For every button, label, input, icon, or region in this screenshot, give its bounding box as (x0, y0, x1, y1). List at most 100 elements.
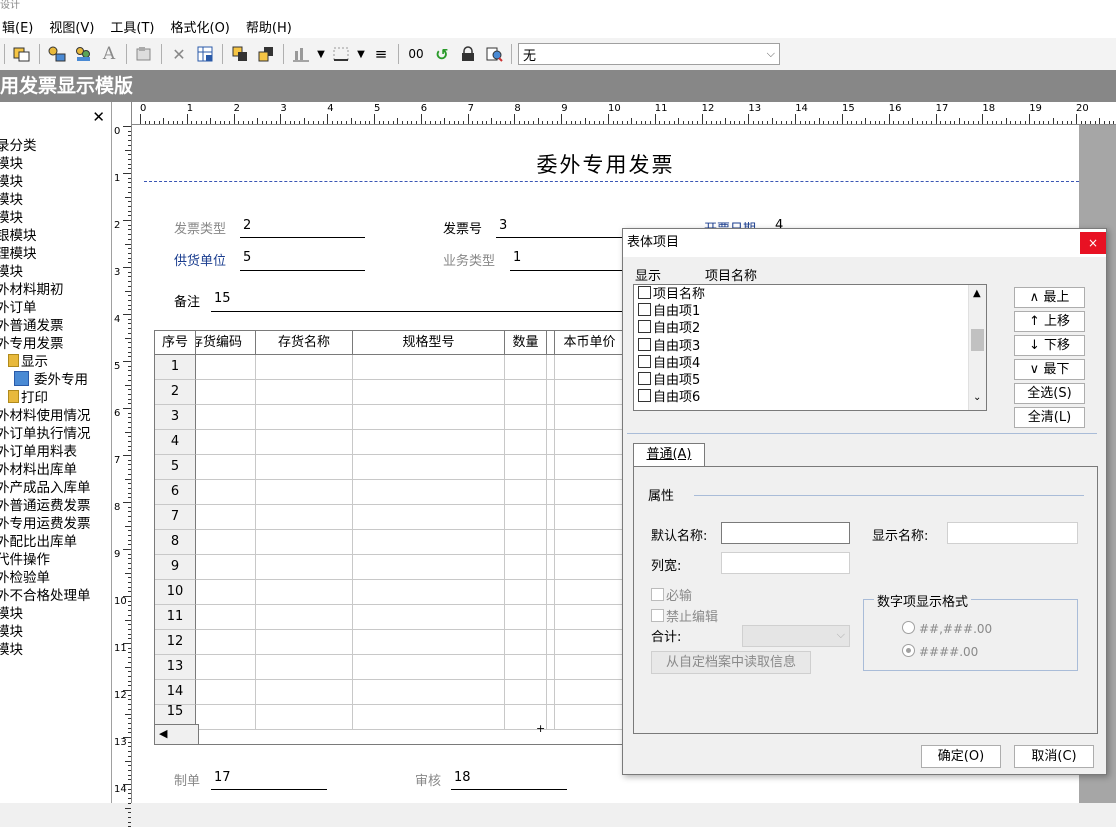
move-top-button[interactable]: ∧ 最上 (1014, 287, 1085, 308)
table-cell[interactable] (505, 605, 547, 630)
table-cell[interactable] (505, 580, 547, 605)
table-cell[interactable] (353, 680, 505, 705)
close-icon[interactable]: ✕ (92, 108, 105, 126)
business-type-label[interactable]: 业务类型 (443, 250, 495, 269)
table-cell[interactable] (196, 480, 256, 505)
table-cell[interactable] (555, 480, 625, 505)
menu-tools[interactable]: 工具(T) (102, 17, 162, 36)
display-name-input[interactable] (947, 522, 1078, 544)
table-cell[interactable] (353, 630, 505, 655)
form-title[interactable]: 委外专用发票 (132, 149, 1079, 179)
table-cell[interactable] (547, 430, 555, 455)
scroll-left-icon[interactable]: ◀ (159, 727, 167, 740)
row-number[interactable]: 9 (155, 555, 196, 580)
checkbox-icon[interactable] (638, 320, 651, 334)
format-option-1[interactable]: ##,###.00 (902, 621, 992, 636)
body-grid[interactable]: 序号存货编码存货名称规格型号数量本币单价12345678910111213141… (154, 330, 625, 745)
table-cell[interactable] (505, 530, 547, 555)
table-cell[interactable] (353, 505, 505, 530)
tree-item[interactable]: 外材料出库单 (0, 461, 77, 479)
table-cell[interactable] (196, 430, 256, 455)
table-cell[interactable] (196, 405, 256, 430)
table-cell[interactable] (547, 530, 555, 555)
table-cell[interactable] (196, 455, 256, 480)
table-cell[interactable] (555, 655, 625, 680)
table-cell[interactable] (505, 655, 547, 680)
tree-item[interactable]: 代件操作 (0, 551, 50, 569)
checkbox-icon[interactable] (638, 354, 651, 368)
tree-item[interactable]: 模块 (0, 155, 23, 173)
table-cell[interactable] (555, 380, 625, 405)
auditor-label[interactable]: 审核 (415, 770, 441, 789)
row-number[interactable]: 7 (155, 505, 196, 530)
table-cell[interactable] (555, 605, 625, 630)
table-cell[interactable] (547, 455, 555, 480)
table-cell[interactable] (547, 605, 555, 630)
dropdown-arrow-icon[interactable]: ▼ (356, 43, 366, 65)
table-cell[interactable] (256, 380, 353, 405)
menu-edit[interactable]: 辑(E) (0, 17, 41, 36)
row-number[interactable]: 11 (155, 605, 196, 630)
list-item[interactable]: 自由项2 (638, 320, 700, 336)
table-cell[interactable] (555, 405, 625, 430)
table-cell[interactable] (555, 555, 625, 580)
move-up-button[interactable]: ↑ 上移 (1014, 311, 1085, 332)
tree-item[interactable]: 模块 (0, 209, 23, 227)
list-item[interactable]: 项目名称 (638, 286, 705, 302)
table-cell[interactable] (505, 405, 547, 430)
table-cell[interactable] (547, 480, 555, 505)
table-cell[interactable] (505, 680, 547, 705)
tree-item[interactable]: 外检验单 (0, 569, 50, 587)
tree-item[interactable]: 外不合格处理单 (0, 587, 91, 605)
tree-item[interactable]: 外订单执行情况 (0, 425, 91, 443)
cancel-button[interactable]: 取消(C) (1014, 745, 1094, 768)
business-type-value[interactable]: 1 (513, 250, 521, 265)
table-cell[interactable] (196, 630, 256, 655)
items-list[interactable]: 项目名称 自由项1 自由项2 自由项3 自由项4 自由项5 自由项6 ▲ ⌄ (633, 284, 987, 411)
list-item[interactable]: 自由项1 (638, 303, 700, 319)
table-cell[interactable] (505, 555, 547, 580)
table-grid-icon[interactable] (194, 43, 216, 65)
table-cell[interactable] (555, 705, 625, 730)
table-cell[interactable] (256, 630, 353, 655)
default-name-input[interactable] (721, 522, 850, 544)
table-cell[interactable] (256, 580, 353, 605)
tree-item[interactable]: 模块 (0, 641, 23, 659)
table-cell[interactable] (505, 505, 547, 530)
table-cell[interactable] (547, 405, 555, 430)
tab-general[interactable]: 普通(A) (633, 443, 705, 467)
table-cell[interactable] (256, 705, 353, 730)
tree-item[interactable]: 模块 (0, 623, 23, 641)
tree-item[interactable]: 打印 (8, 389, 48, 407)
refresh-icon[interactable]: ↺ (431, 43, 453, 65)
table-cell[interactable] (555, 580, 625, 605)
field-key-icon[interactable] (46, 43, 68, 65)
select-all-button[interactable]: 全选(S) (1014, 383, 1085, 404)
list-item[interactable]: 自由项5 (638, 372, 700, 388)
table-cell[interactable] (547, 680, 555, 705)
invoice-type-label[interactable]: 发票类型 (174, 218, 226, 237)
row-number[interactable]: 4 (155, 430, 196, 455)
infinity-icon[interactable]: 00 (405, 43, 427, 65)
column-header[interactable]: 存货编码 (196, 331, 256, 355)
table-cell[interactable] (505, 630, 547, 655)
move-down-button[interactable]: ↓ 下移 (1014, 335, 1085, 356)
table-cell[interactable] (353, 430, 505, 455)
table-cell[interactable] (555, 355, 625, 380)
table-cell[interactable] (256, 405, 353, 430)
table-cell[interactable] (555, 630, 625, 655)
table-cell[interactable] (505, 355, 547, 380)
remark-value[interactable]: 15 (214, 291, 231, 306)
tree-item[interactable]: 录分类 (0, 137, 37, 155)
tree-item[interactable]: 模块 (0, 605, 23, 623)
tree-item[interactable]: 银模块 (0, 227, 37, 245)
table-cell[interactable] (547, 505, 555, 530)
tree-item[interactable]: 外普通运费发票 (0, 497, 91, 515)
tree-item[interactable]: 外材料使用情况 (0, 407, 91, 425)
table-cell[interactable] (353, 655, 505, 680)
tree-item[interactable]: 理模块 (0, 245, 37, 263)
row-number[interactable]: 8 (155, 530, 196, 555)
row-number[interactable]: 2 (155, 380, 196, 405)
ok-button[interactable]: 确定(O) (921, 745, 1001, 768)
table-cell[interactable] (555, 455, 625, 480)
